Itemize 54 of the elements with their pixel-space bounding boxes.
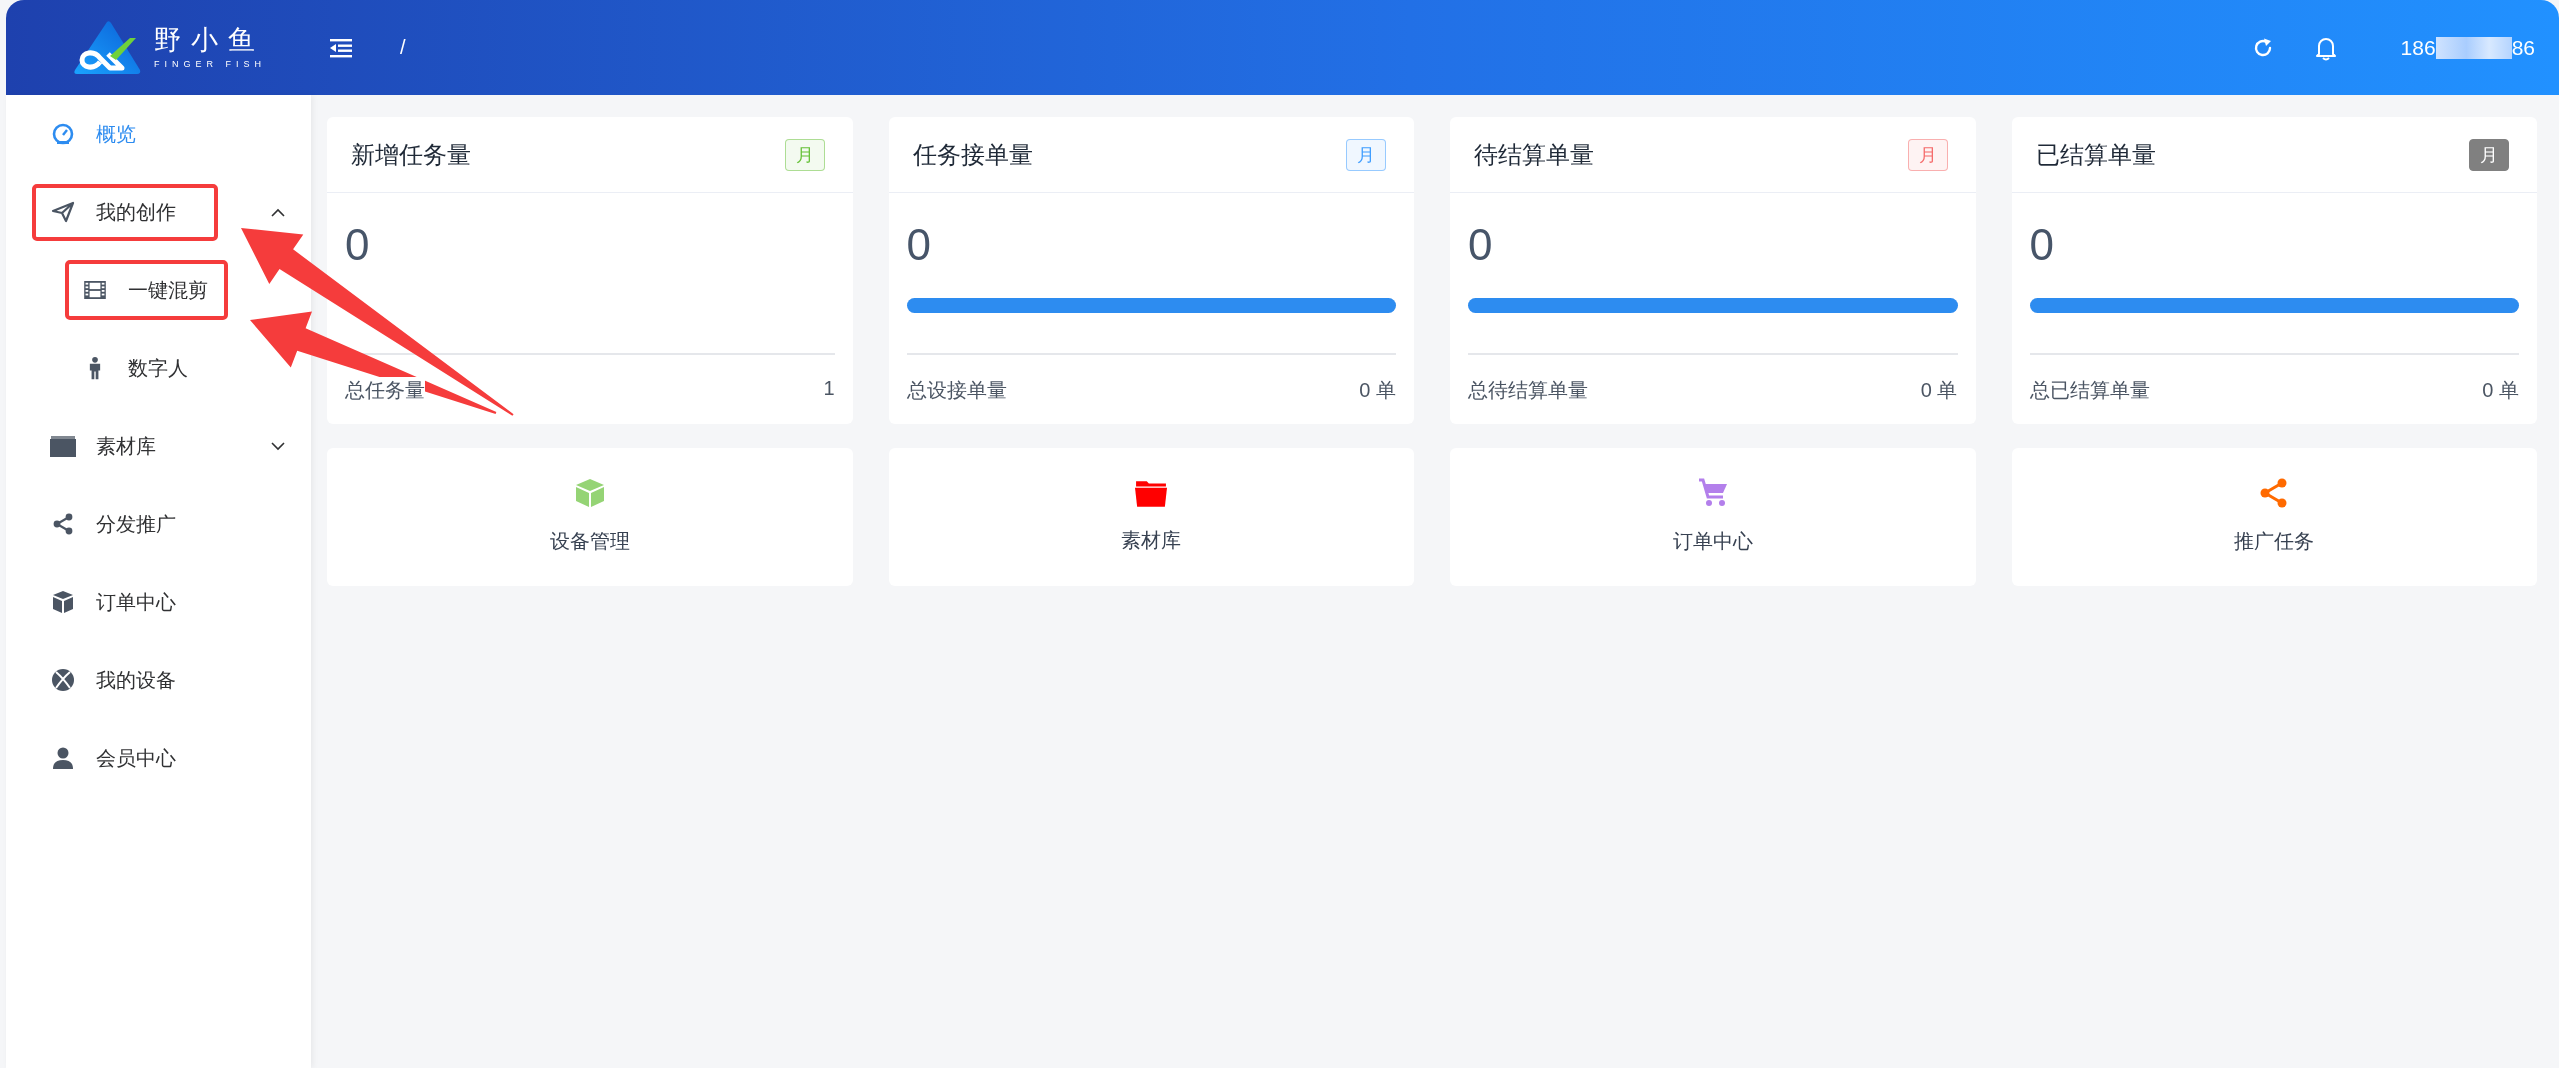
- folder-icon: [50, 435, 76, 457]
- paper-plane-icon: [51, 200, 75, 224]
- phone-number-start: 186: [2400, 35, 2436, 60]
- card-title: 待结算单量: [1474, 139, 1594, 170]
- logo-title: 野小鱼: [154, 26, 266, 54]
- menu-item-label: 我的设备: [96, 667, 177, 693]
- menu-item[interactable]: 我的设备: [6, 641, 311, 719]
- menu-item-label: 我的创作: [96, 199, 177, 225]
- card-title: 新增任务量: [351, 139, 471, 170]
- period-tag: 月: [2469, 138, 2509, 171]
- menu-item[interactable]: 订单中心: [6, 563, 311, 641]
- card-title: 任务接单量: [912, 139, 1033, 170]
- menu-item-label: 订单中心: [96, 589, 177, 615]
- menu-item-label: 概览: [96, 121, 137, 147]
- period-tag: 月: [1346, 138, 1386, 171]
- cube-icon: [51, 590, 75, 614]
- stat-value: 0: [906, 219, 932, 271]
- user-icon: [51, 746, 75, 770]
- menu-item-label: 素材库: [96, 433, 157, 459]
- submenu-item[interactable]: 一键混剪: [6, 251, 311, 329]
- footer-value: 0 单: [2482, 377, 2519, 403]
- menu-item[interactable]: 概览: [6, 95, 311, 173]
- period-tag: 月: [784, 138, 825, 171]
- breadcrumb: /: [400, 36, 406, 59]
- logo-icon: [72, 19, 142, 76]
- film-strip-icon: [84, 281, 106, 299]
- submenu-item-label: 一键混剪: [128, 277, 209, 303]
- card-title: 已结算单量: [2035, 139, 2156, 170]
- shortcut-card[interactable]: 推广任务: [2011, 447, 2537, 586]
- menu-item-label: 会员中心: [96, 745, 177, 771]
- menu-item[interactable]: 会员中心: [6, 719, 311, 797]
- footer-value: 1: [823, 376, 835, 401]
- menu-item[interactable]: 素材库: [6, 407, 311, 485]
- stat-value: 0: [2029, 219, 2055, 271]
- shortcut-card[interactable]: 订单中心: [1450, 447, 1976, 586]
- submenu-item[interactable]: 数字人: [6, 329, 311, 407]
- phone-number-end: 86: [2511, 35, 2535, 60]
- stat-value: 0: [345, 219, 371, 271]
- share-icon: [51, 512, 75, 536]
- dashboard-gauge-icon: [51, 122, 75, 146]
- shortcut-card[interactable]: 设备管理: [327, 447, 853, 586]
- logo-subtitle: FINGER FISH: [154, 59, 266, 69]
- menu-fold-icon[interactable]: [330, 37, 352, 58]
- footer-value: 0 单: [1359, 377, 1396, 403]
- menu-item[interactable]: 分发推广: [6, 485, 311, 563]
- period-tag: 月: [1907, 138, 1948, 171]
- footer-value: 0 单: [1920, 377, 1958, 403]
- person-icon: [89, 356, 101, 380]
- shortcut-card[interactable]: 素材库: [888, 447, 1414, 586]
- circle-x-icon: [51, 668, 75, 692]
- stat-value: 0: [1468, 219, 1494, 271]
- menu-item[interactable]: 我的创作: [6, 173, 311, 251]
- submenu-item-label: 数字人: [128, 355, 189, 381]
- menu-item-label: 分发推广: [96, 511, 177, 537]
